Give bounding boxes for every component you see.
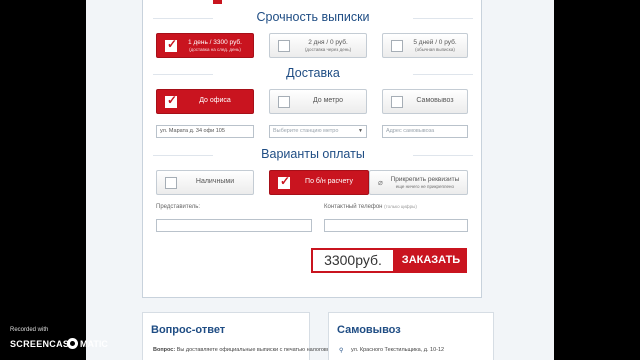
faq-question[interactable]: Вопрос: Вы доставляете официальные выпис… <box>153 347 336 353</box>
option-label: По б/н расчету <box>305 178 353 186</box>
watermark-brand-left: SCREENCAST <box>10 339 76 349</box>
option-title: 2 дня / 0 руб. <box>308 39 348 47</box>
option-title: 5 дней / 0 руб. <box>413 39 457 47</box>
screencast-watermark: Recorded with SCREENCAST MATIC <box>10 327 120 357</box>
representative-input[interactable] <box>156 219 312 232</box>
checkbox[interactable] <box>278 95 290 108</box>
location-pin-icon: ⚲ <box>339 348 344 354</box>
option-label: Самовывоз <box>416 97 454 105</box>
faq-title: Вопрос-ответ <box>151 324 226 336</box>
watermark-recorded-with: Recorded with <box>10 327 49 333</box>
order-page: Срочность выписки ✓ 1 день / 3300 руб. (… <box>86 0 554 360</box>
attach-requisites-button[interactable]: ⌀ Прикрепить реквизиты еще ничего не при… <box>369 170 468 195</box>
chevron-down-icon: ▼ <box>358 128 363 134</box>
checkbox[interactable] <box>278 39 290 52</box>
payment-section-title: Варианты оплаты <box>143 147 483 161</box>
phone-hint: (только цифры) <box>384 204 417 209</box>
option-subtitle: (доставка через день) <box>304 46 352 52</box>
phone-label-text: Контактный телефон <box>324 204 383 210</box>
urgency-option-1-day[interactable]: ✓ 1 день / 3300 руб. (доставка на след. … <box>156 33 254 58</box>
checkbox[interactable] <box>391 39 403 52</box>
pickup-card: Самовывоз ⚲ ул. Красного Текстильщика, д… <box>328 312 494 360</box>
record-icon <box>67 338 78 349</box>
option-label: Наличными <box>195 178 235 186</box>
checkbox[interactable]: ✓ <box>278 173 291 189</box>
checkbox-checked-icon <box>213 0 222 4</box>
pickup-address: ул. Красного Текстильщика, д. 10-12 <box>351 347 445 353</box>
option-label: Прикрепить реквизиты еще ничего не прикр… <box>383 176 467 189</box>
faq-card: Вопрос-ответ Вопрос: Вы доставляете офиц… <box>142 312 336 360</box>
option-label: До офиса <box>199 97 231 105</box>
delivery-option-metro[interactable]: До метро <box>269 89 367 114</box>
check-icon: ✓ <box>280 173 291 188</box>
phone-label: Контактный телефон (только цифры) <box>324 204 417 210</box>
option-subtitle: (доставка на след. день) <box>189 46 241 52</box>
option-label: 5 дней / 0 руб. (обычная выписка) <box>403 39 467 52</box>
option-label: До метро <box>312 97 344 105</box>
faq-question-label: Вопрос: <box>153 347 176 353</box>
checkbox[interactable]: ✓ <box>165 36 178 52</box>
total-price: 3300руб. <box>311 248 395 273</box>
delivery-option-pickup[interactable]: Самовывоз <box>382 89 468 114</box>
order-button[interactable]: ЗАКАЗАТЬ <box>395 248 467 273</box>
payment-option-cash[interactable]: Наличными <box>156 170 254 195</box>
pickup-title: Самовывоз <box>337 324 401 336</box>
order-form: Срочность выписки ✓ 1 день / 3300 руб. (… <box>142 0 482 298</box>
urgency-option-5-days[interactable]: 5 дней / 0 руб. (обычная выписка) <box>382 33 468 58</box>
option-title: 1 день / 3300 руб. <box>188 39 242 47</box>
metro-station-select[interactable]: Выберите станцию метро ▼ <box>269 125 367 138</box>
option-title: Прикрепить реквизиты <box>390 176 460 184</box>
checkbox[interactable]: ✓ <box>165 92 178 108</box>
option-subtitle: еще ничего не прикреплено <box>395 183 455 189</box>
representative-label: Представитель: <box>156 204 201 210</box>
delivery-section-title: Доставка <box>143 66 483 80</box>
phone-input[interactable] <box>324 219 468 232</box>
metro-select-value: Выберите станцию метро <box>273 128 339 134</box>
watermark-brand-right: MATIC <box>80 339 108 349</box>
checkbox[interactable] <box>165 176 177 189</box>
option-subtitle: (обычная выписка) <box>415 46 455 52</box>
pickup-address-input[interactable]: Адрес самовывоза <box>382 125 468 138</box>
delivery-address-input[interactable]: ул. Марата д. 34 офи 105 <box>156 125 254 138</box>
option-label: 2 дня / 0 руб. (доставка через день) <box>290 39 366 52</box>
check-icon: ✓ <box>167 36 178 51</box>
urgency-section-title: Срочность выписки <box>143 10 483 24</box>
option-label: 1 день / 3300 руб. (доставка на след. де… <box>177 39 253 52</box>
check-icon: ✓ <box>167 92 178 107</box>
delivery-option-office[interactable]: ✓ До офиса <box>156 89 254 114</box>
payment-option-bank-transfer[interactable]: ✓ По б/н расчету <box>269 170 369 195</box>
urgency-option-2-days[interactable]: 2 дня / 0 руб. (доставка через день) <box>269 33 367 58</box>
checkbox[interactable] <box>391 95 403 108</box>
faq-question-text: Вы доставляете официальные выписки с печ… <box>175 347 336 353</box>
